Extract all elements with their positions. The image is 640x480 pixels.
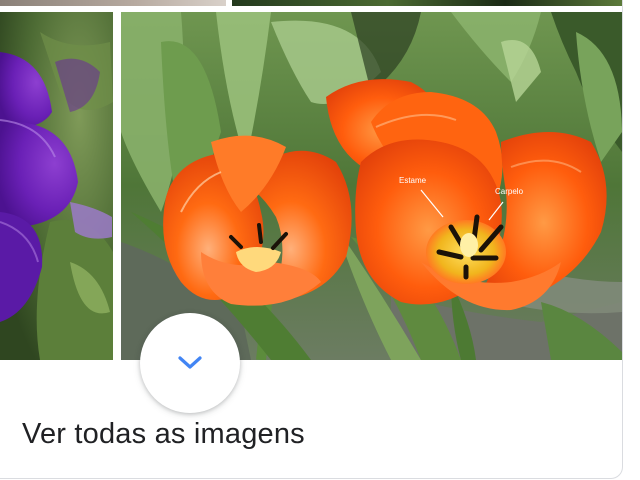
annotation-stamen: Estame — [399, 176, 427, 185]
previous-row-image-right[interactable] — [232, 0, 622, 6]
chevron-down-icon — [178, 356, 202, 369]
image-thumbnail-tulips[interactable]: Estame Carpelo — [121, 12, 622, 360]
expand-images-button[interactable] — [140, 313, 240, 413]
tulips-image — [121, 12, 622, 360]
previous-row-image-left[interactable] — [0, 0, 226, 6]
images-panel: Estame Carpelo Ver todas as imagens — [0, 0, 623, 479]
see-all-images-link[interactable]: Ver todas as imagens — [22, 418, 305, 451]
image-thumbnail-pansy[interactable] — [0, 12, 113, 360]
pansy-image — [0, 12, 113, 360]
annotation-carpel: Carpelo — [495, 187, 524, 196]
